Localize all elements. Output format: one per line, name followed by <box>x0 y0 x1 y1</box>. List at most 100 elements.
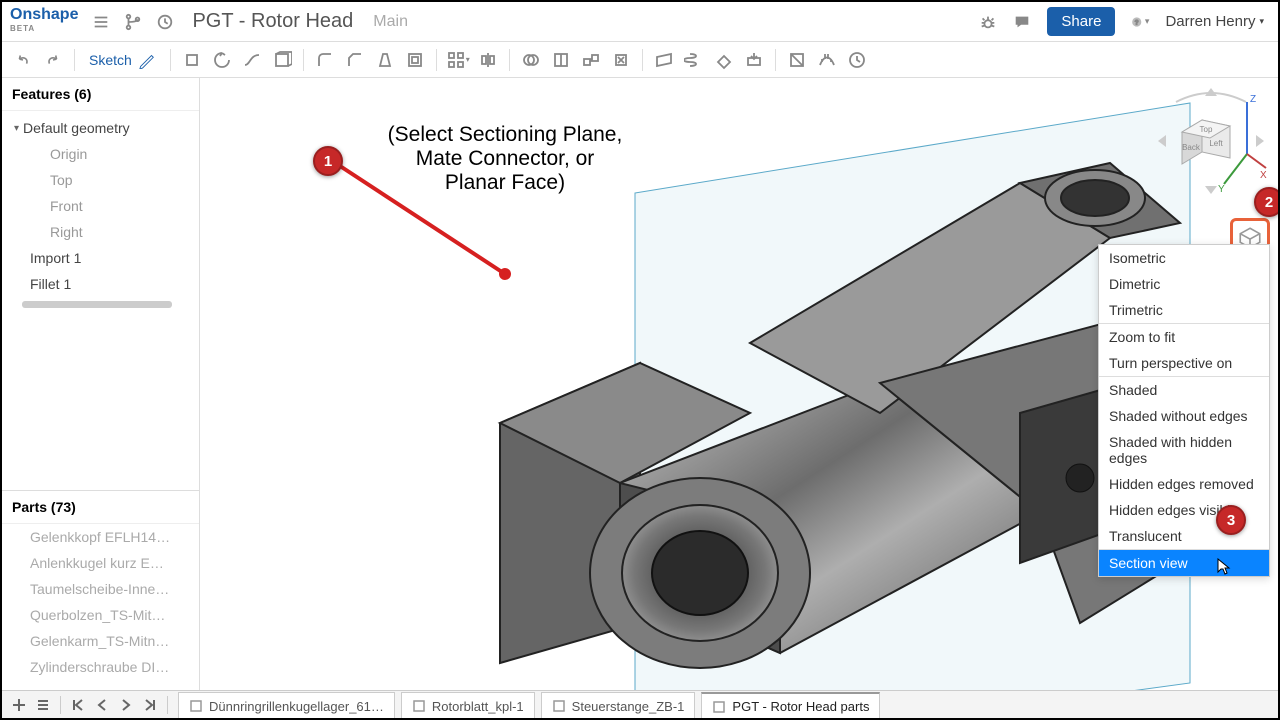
feature-front[interactable]: Front <box>2 193 199 219</box>
logo[interactable]: Onshape BETA <box>10 9 78 35</box>
annotation-text: (Select Sectioning Plane, Mate Connector… <box>355 123 655 195</box>
cube-left-face: Left <box>1209 139 1223 148</box>
tab-item-active[interactable]: PGT - Rotor Head parts <box>701 692 880 719</box>
logo-text: Onshape <box>10 9 78 21</box>
menu-shaded-hidden[interactable]: Shaded with hidden edges <box>1099 429 1269 471</box>
derive-icon[interactable] <box>741 47 767 73</box>
part-item[interactable]: Taumelscheibe-Inne… <box>2 576 199 602</box>
svg-text:?: ? <box>1135 19 1139 26</box>
bottom-tab-bar: Dünnringrillenkugellager_61… Rotorblatt_… <box>2 690 1278 718</box>
document-title[interactable]: PGT - Rotor Head <box>192 10 353 33</box>
menu-hidden-removed[interactable]: Hidden edges removed <box>1099 471 1269 497</box>
next-tab-icon[interactable] <box>115 694 137 716</box>
loft-icon[interactable] <box>269 47 295 73</box>
draft-icon[interactable] <box>372 47 398 73</box>
tab-label: Steuerstange_ZB-1 <box>572 699 685 714</box>
cursor-icon <box>1213 558 1231 580</box>
mirror-icon[interactable] <box>475 47 501 73</box>
annotation-line1: (Select Sectioning Plane, <box>355 123 655 147</box>
feature-right[interactable]: Right <box>2 219 199 245</box>
tab-label: Dünnringrillenkugellager_61… <box>209 699 384 714</box>
annotation-line3: Planar Face) <box>355 171 655 195</box>
cube-top-face: Top <box>1200 125 1213 134</box>
pattern-icon[interactable]: ▾ <box>445 47 471 73</box>
helix-icon[interactable] <box>681 47 707 73</box>
tab-item[interactable]: Rotorblatt_kpl-1 <box>401 692 535 719</box>
curv-analysis-icon[interactable] <box>814 47 840 73</box>
header-menu <box>92 13 174 31</box>
tab-label: PGT - Rotor Head parts <box>732 699 869 714</box>
tab-item[interactable]: Steuerstange_ZB-1 <box>541 692 696 719</box>
feature-origin[interactable]: Origin <box>2 141 199 167</box>
bug-icon[interactable] <box>979 13 997 31</box>
sketch-label: Sketch <box>89 52 132 68</box>
split-icon[interactable] <box>548 47 574 73</box>
boolean-icon[interactable] <box>518 47 544 73</box>
menu-shaded-no-edges[interactable]: Shaded without edges <box>1099 403 1269 429</box>
user-menu[interactable]: Darren Henry▾ <box>1165 13 1264 30</box>
shell-icon[interactable] <box>402 47 428 73</box>
toolbar: Sketch ▾ <box>2 42 1278 78</box>
prev-tab-icon[interactable] <box>91 694 113 716</box>
history-icon[interactable] <box>156 13 174 31</box>
document-branch[interactable]: Main <box>373 13 408 31</box>
mass-props-icon[interactable] <box>844 47 870 73</box>
fillet-icon[interactable] <box>312 47 338 73</box>
redo-icon[interactable] <box>40 47 66 73</box>
beta-badge: BETA <box>10 23 35 35</box>
feature-rollback-bar[interactable] <box>22 301 172 308</box>
transform-icon[interactable] <box>578 47 604 73</box>
features-header[interactable]: Features (6) <box>2 78 199 111</box>
plane-icon[interactable] <box>651 47 677 73</box>
feature-import[interactable]: Import 1 <box>2 245 199 271</box>
mateconn-icon[interactable] <box>711 47 737 73</box>
undo-icon[interactable] <box>10 47 36 73</box>
view-cube[interactable]: Z Y X Top Back Left <box>1152 82 1270 200</box>
section-analysis-icon[interactable] <box>784 47 810 73</box>
menu-dimetric[interactable]: Dimetric <box>1099 271 1269 297</box>
last-tab-icon[interactable] <box>139 694 161 716</box>
feature-list: ▾Default geometry Origin Top Front Right… <box>2 111 199 320</box>
menu-zoom-fit[interactable]: Zoom to fit <box>1099 324 1269 350</box>
add-tab-icon[interactable] <box>8 694 30 716</box>
sketch-button[interactable]: Sketch <box>83 51 162 69</box>
menu-shaded[interactable]: Shaded <box>1099 377 1269 403</box>
branch-icon[interactable] <box>124 13 142 31</box>
menu-perspective[interactable]: Turn perspective on <box>1099 350 1269 376</box>
annotation-line2: Mate Connector, or <box>355 147 655 171</box>
tab-item[interactable]: Dünnringrillenkugellager_61… <box>178 692 395 719</box>
parts-list: Gelenkkopf EFLH14… Anlenkkugel kurz EF… … <box>2 524 199 694</box>
chamfer-icon[interactable] <box>342 47 368 73</box>
cube-back-face: Back <box>1182 143 1201 152</box>
parts-header[interactable]: Parts (73) <box>2 490 199 524</box>
part-item[interactable]: Gelenkarm_TS-Mitn… <box>2 628 199 654</box>
sweep-icon[interactable] <box>239 47 265 73</box>
feature-sidebar: Features (6) ▾Default geometry Origin To… <box>2 78 200 694</box>
part-item[interactable]: Gelenkkopf EFLH14… <box>2 524 199 550</box>
part-item[interactable]: Anlenkkugel kurz EF… <box>2 550 199 576</box>
annotation-badge-2: 2 <box>1254 187 1278 217</box>
menu-section-view[interactable]: Section view <box>1099 550 1269 576</box>
menu-isometric[interactable]: Isometric <box>1099 245 1269 271</box>
feature-fillet[interactable]: Fillet 1 <box>2 271 199 297</box>
default-geometry-node[interactable]: ▾Default geometry <box>2 115 199 141</box>
tab-label: Rotorblatt_kpl-1 <box>432 699 524 714</box>
menu-icon[interactable] <box>92 13 110 31</box>
axis-z-label: Z <box>1250 94 1256 105</box>
help-icon[interactable]: ?▾ <box>1131 13 1149 31</box>
share-button[interactable]: Share <box>1047 7 1115 36</box>
first-tab-icon[interactable] <box>67 694 89 716</box>
annotation-badge-3: 3 <box>1216 505 1246 535</box>
header-bar: Onshape BETA PGT - Rotor Head Main Share… <box>2 2 1278 42</box>
part-item[interactable]: Querbolzen_TS-Mitn… <box>2 602 199 628</box>
extrude-icon[interactable] <box>179 47 205 73</box>
main-area: Features (6) ▾Default geometry Origin To… <box>2 78 1278 694</box>
3d-canvas[interactable]: (Select Sectioning Plane, Mate Connector… <box>200 78 1278 694</box>
part-item[interactable]: Zylinderschraube DI… <box>2 654 199 680</box>
revolve-icon[interactable] <box>209 47 235 73</box>
menu-trimetric[interactable]: Trimetric <box>1099 297 1269 323</box>
delete-icon[interactable] <box>608 47 634 73</box>
tab-list-icon[interactable] <box>32 694 54 716</box>
comments-icon[interactable] <box>1013 13 1031 31</box>
feature-top[interactable]: Top <box>2 167 199 193</box>
